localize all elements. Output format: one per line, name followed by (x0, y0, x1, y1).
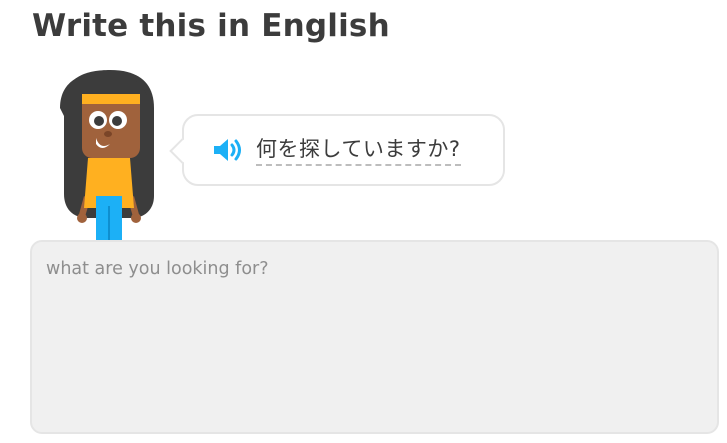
character-avatar (54, 68, 164, 244)
answer-input[interactable] (30, 240, 719, 434)
prompt-text[interactable]: 何を探していますか? (256, 134, 461, 166)
page-title: Write this in English (32, 8, 390, 44)
speech-bubble-tail (169, 138, 195, 164)
speaker-icon[interactable] (212, 136, 246, 164)
speech-bubble: 何を探していますか? (169, 114, 505, 186)
